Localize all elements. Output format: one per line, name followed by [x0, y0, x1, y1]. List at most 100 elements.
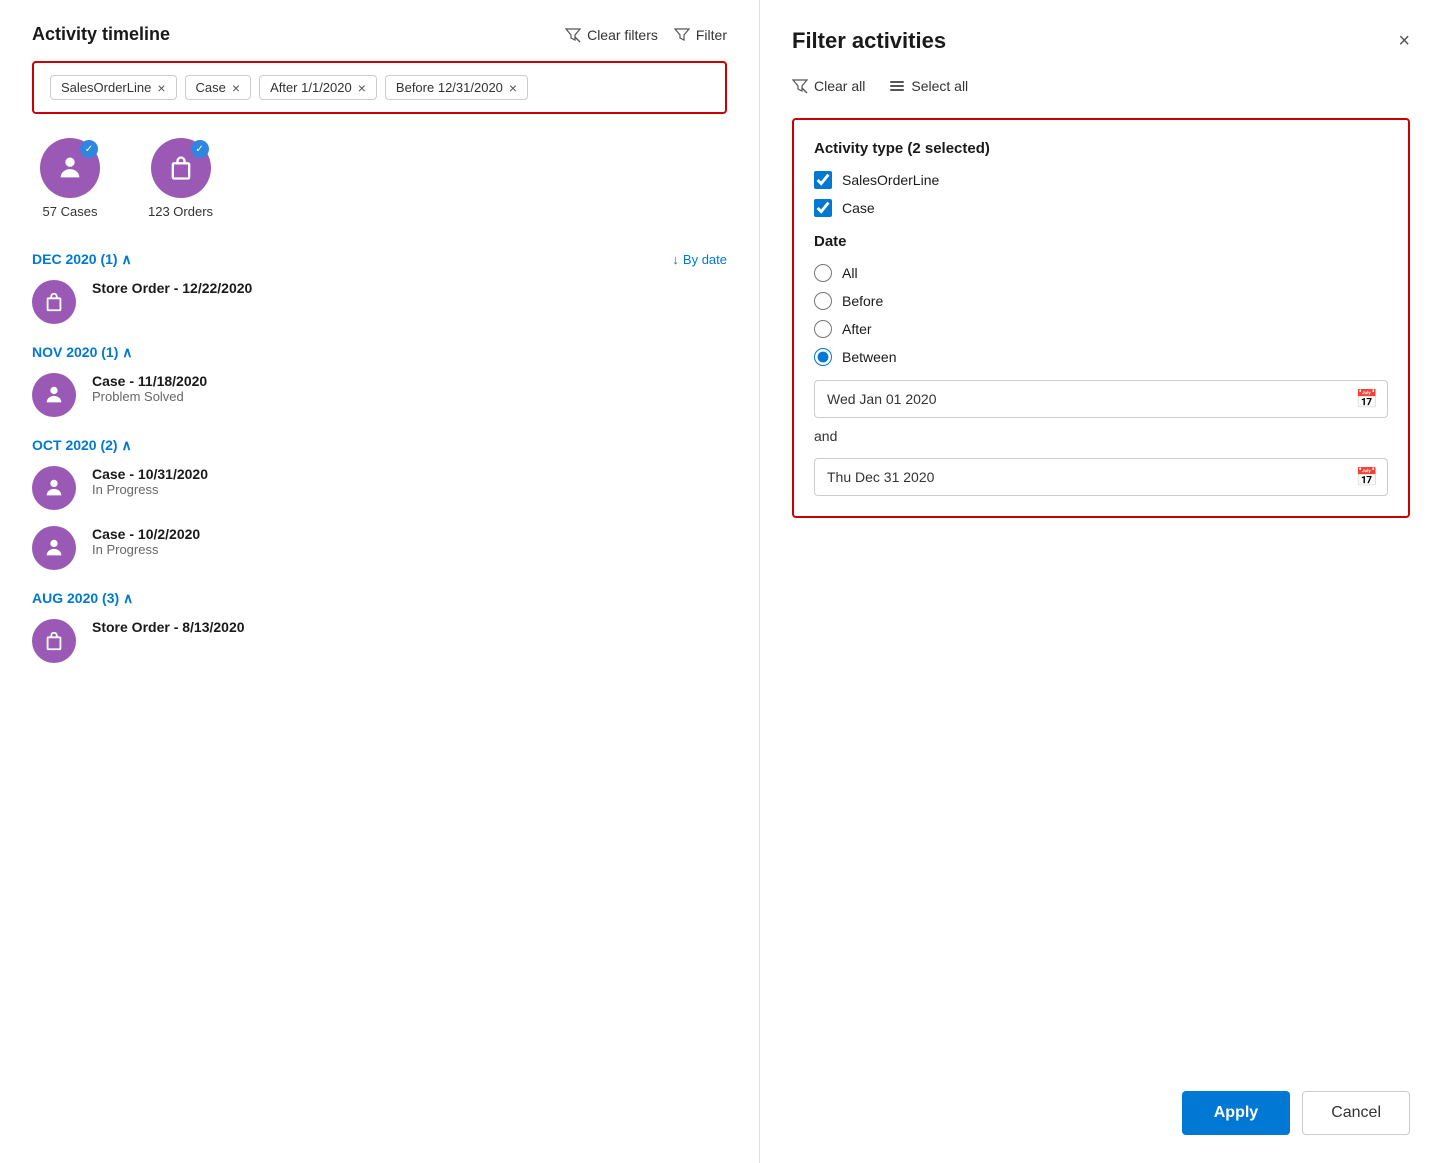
clear-all-icon: [792, 78, 808, 94]
panel-header: Filter activities ×: [792, 28, 1410, 54]
before-radio[interactable]: [814, 292, 832, 310]
date-to-wrapper: 📅: [814, 458, 1388, 496]
before-label: Before: [842, 293, 883, 309]
remove-after-date-button[interactable]: ×: [358, 81, 366, 95]
clear-filters-button[interactable]: Clear filters: [565, 27, 658, 43]
between-label: Between: [842, 349, 896, 365]
case-icon-oct2: [32, 526, 76, 570]
radio-before: Before: [814, 292, 1388, 310]
person-icon-oct2: [43, 537, 65, 559]
filter-tag-salesorderline: SalesOrderLine ×: [50, 75, 177, 100]
right-panel: Filter activities × Clear all Select all…: [760, 0, 1442, 1163]
sort-arrow-icon: ↓: [672, 252, 679, 267]
timeline-item-case-nov: Case - 11/18/2020 Problem Solved: [32, 373, 727, 417]
timeline-sections: DEC 2020 (1) ∧ ↓ By date Store Order - 1…: [32, 251, 727, 663]
select-all-icon: [889, 78, 905, 94]
bag-icon: [167, 154, 195, 182]
timeline-section-oct2020: OCT 2020 (2) ∧ Case - 10/31/2020 In Prog…: [32, 437, 727, 570]
summary-row: ✓ 57 Cases ✓ 123 Orders: [32, 138, 727, 219]
close-panel-button[interactable]: ×: [1398, 30, 1410, 53]
radio-all: All: [814, 264, 1388, 282]
filter-button[interactable]: Filter: [674, 27, 727, 43]
header-actions: Clear filters Filter: [565, 27, 727, 43]
cases-check-badge: ✓: [80, 140, 98, 158]
item-subtitle-oct2: In Progress: [92, 542, 200, 557]
timeline-item-storeorder-dec: Store Order - 12/22/2020: [32, 280, 727, 324]
filter-tag-before-date: Before 12/31/2020 ×: [385, 75, 528, 100]
remove-salesorderline-button[interactable]: ×: [157, 81, 165, 95]
bag-icon-dec: [43, 291, 65, 313]
all-radio[interactable]: [814, 264, 832, 282]
date-from-row: 📅: [814, 380, 1388, 418]
activity-header: Activity timeline Clear filters Filter: [32, 24, 727, 45]
cases-icon-circle: ✓: [40, 138, 100, 198]
item-content-aug: Store Order - 8/13/2020: [92, 619, 245, 635]
calendar-to-icon[interactable]: 📅: [1356, 467, 1378, 488]
date-to-row: 📅: [814, 458, 1388, 496]
person-icon-nov: [43, 384, 65, 406]
date-to-input[interactable]: [814, 458, 1388, 496]
summary-cases: ✓ 57 Cases: [40, 138, 100, 219]
order-icon-dec: [32, 280, 76, 324]
clear-all-button[interactable]: Clear all: [792, 78, 865, 94]
between-radio[interactable]: [814, 348, 832, 366]
sort-by-date-button[interactable]: ↓ By date: [672, 252, 727, 267]
filter-tag-case: Case ×: [185, 75, 252, 100]
month-header-nov2020: NOV 2020 (1) ∧: [32, 344, 727, 361]
item-title-dec: Store Order - 12/22/2020: [92, 280, 252, 296]
filter-icon: [674, 27, 690, 43]
orders-icon-circle: ✓: [151, 138, 211, 198]
case-icon-oct1: [32, 466, 76, 510]
month-label-nov2020[interactable]: NOV 2020 (1) ∧: [32, 344, 133, 361]
salesorderline-checkbox[interactable]: [814, 171, 832, 189]
select-all-button[interactable]: Select all: [889, 78, 968, 94]
item-content-nov: Case - 11/18/2020 Problem Solved: [92, 373, 207, 404]
item-subtitle-nov: Problem Solved: [92, 389, 207, 404]
month-header-aug2020: AUG 2020 (3) ∧: [32, 590, 727, 607]
clear-filter-icon: [565, 27, 581, 43]
checkbox-case: Case: [814, 199, 1388, 217]
calendar-from-icon[interactable]: 📅: [1356, 389, 1378, 410]
checkbox-salesorderline: SalesOrderLine: [814, 171, 1388, 189]
item-content-oct1: Case - 10/31/2020 In Progress: [92, 466, 208, 497]
after-radio[interactable]: [814, 320, 832, 338]
activity-type-heading: Activity type (2 selected): [814, 140, 1388, 157]
date-section: Date All Before After Between: [814, 233, 1388, 496]
month-header-oct2020: OCT 2020 (2) ∧: [32, 437, 727, 454]
salesorderline-label: SalesOrderLine: [842, 172, 939, 188]
order-icon-aug: [32, 619, 76, 663]
orders-check-badge: ✓: [191, 140, 209, 158]
timeline-section-nov2020: NOV 2020 (1) ∧ Case - 11/18/2020 Problem…: [32, 344, 727, 417]
remove-before-date-button[interactable]: ×: [509, 81, 517, 95]
left-panel: Activity timeline Clear filters Filter S…: [0, 0, 760, 1163]
timeline-item-storeorder-aug: Store Order - 8/13/2020: [32, 619, 727, 663]
person-icon-oct1: [43, 477, 65, 499]
cancel-button[interactable]: Cancel: [1302, 1091, 1410, 1135]
item-title-oct1: Case - 10/31/2020: [92, 466, 208, 482]
month-label-aug2020[interactable]: AUG 2020 (3) ∧: [32, 590, 133, 607]
timeline-section-aug2020: AUG 2020 (3) ∧ Store Order - 8/13/2020: [32, 590, 727, 663]
case-checkbox[interactable]: [814, 199, 832, 217]
summary-orders: ✓ 123 Orders: [148, 138, 213, 219]
and-label: and: [814, 428, 1388, 444]
case-label: Case: [842, 200, 875, 216]
item-content-oct2: Case - 10/2/2020 In Progress: [92, 526, 200, 557]
active-filters-box: SalesOrderLine × Case × After 1/1/2020 ×…: [32, 61, 727, 114]
date-from-input[interactable]: [814, 380, 1388, 418]
date-heading: Date: [814, 233, 1388, 250]
month-label-oct2020[interactable]: OCT 2020 (2) ∧: [32, 437, 132, 454]
filter-section-box: Activity type (2 selected) SalesOrderLin…: [792, 118, 1410, 518]
item-title-nov: Case - 11/18/2020: [92, 373, 207, 389]
remove-case-button[interactable]: ×: [232, 81, 240, 95]
after-label: After: [842, 321, 872, 337]
month-label-dec2020[interactable]: DEC 2020 (1) ∧: [32, 251, 132, 268]
date-from-wrapper: 📅: [814, 380, 1388, 418]
cases-label: 57 Cases: [43, 204, 98, 219]
apply-button[interactable]: Apply: [1182, 1091, 1290, 1135]
panel-footer: Apply Cancel: [792, 1067, 1410, 1135]
all-label: All: [842, 265, 858, 281]
month-header-dec2020: DEC 2020 (1) ∧ ↓ By date: [32, 251, 727, 268]
item-title-aug: Store Order - 8/13/2020: [92, 619, 245, 635]
radio-between: Between: [814, 348, 1388, 366]
panel-toolbar: Clear all Select all: [792, 78, 1410, 94]
